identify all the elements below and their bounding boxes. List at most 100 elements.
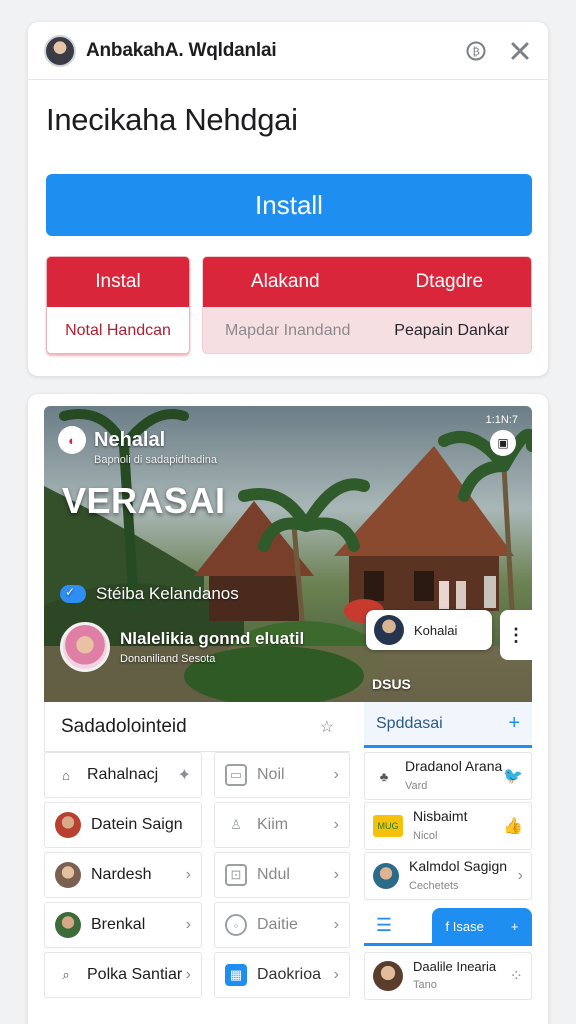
list-item-title: Dradanol Arana — [405, 758, 503, 774]
list-item[interactable]: ♣ Dradanol Arana Vard 🐦 — [364, 752, 532, 800]
option-card-alakand[interactable]: Alakand Dtagdre Mapdar Inandand Peapain … — [202, 256, 532, 354]
chip-avatar — [374, 615, 404, 645]
option-dtagdre-label[interactable]: Dtagdre — [415, 271, 483, 293]
facebook-share-button[interactable]: f Isase + — [432, 908, 532, 944]
install-button[interactable]: Install — [46, 174, 532, 236]
hero-person[interactable]: Nlalelikia gonnd eluatil Donaniliand Ses… — [60, 622, 304, 672]
svg-text:₿: ₿ — [472, 45, 480, 58]
chevron-right-icon: › — [185, 916, 191, 933]
currency-icon[interactable]: ₿ — [464, 39, 488, 63]
tag-icon: ⊡ — [225, 864, 247, 886]
chevron-right-icon: › — [333, 766, 339, 783]
verified-toggle[interactable] — [60, 585, 86, 603]
account-header: AnbakahA. Wqldanlai ₿ — [28, 22, 548, 80]
share-nodes-icon[interactable]: ⁘ — [510, 966, 523, 986]
user-photo-icon — [55, 812, 81, 838]
profile-chip[interactable]: Kohalai — [366, 610, 492, 650]
add-icon[interactable]: + — [508, 712, 520, 735]
list-item-sub: Tano — [413, 979, 437, 992]
list-item-label: Daokrioa — [257, 966, 322, 983]
option-instal-label[interactable]: Instal — [47, 257, 189, 307]
user-photo-icon — [373, 961, 403, 991]
page-title: Inecikaha Nehdgai — [46, 102, 298, 137]
person-text: Nlalelikia gonnd eluatil Donaniliand Ses… — [120, 629, 304, 665]
list-item[interactable]: ⌂ Rahalnacj ✦ — [44, 752, 202, 798]
search-icon: ⌕ — [62, 967, 70, 982]
verified-row[interactable]: Stéiba Kelandanos — [60, 584, 239, 604]
list-item-sub: Cechetets — [409, 879, 459, 892]
chevron-right-icon: › — [333, 816, 339, 833]
left-section-header: Sadadolointeid ☆ — [44, 702, 350, 752]
list-item-text: Nisbaimt Nicol — [413, 808, 503, 844]
list-item-sub: Nicol — [413, 829, 438, 842]
list-item[interactable]: MUG Nisbaimt Nicol 👍 — [364, 802, 532, 850]
hero-subtitle: Bapnoli di sadapidhadina — [94, 454, 217, 466]
user-photo-icon — [55, 912, 81, 938]
more-options-icon[interactable]: ⋮ — [500, 610, 532, 660]
list-icon[interactable]: ☰ — [364, 915, 404, 936]
list-item[interactable]: Nardesh › — [44, 852, 202, 898]
clock-icon: ◦ — [225, 914, 247, 936]
home-icon: ⌂ — [62, 767, 70, 783]
brand-logo-icon: ◐ — [58, 426, 86, 454]
right-section-title: Spddasai — [376, 714, 443, 732]
option-alakand-row[interactable]: Alakand Dtagdre — [203, 257, 531, 307]
list-item-title: Nisbaimt — [413, 808, 468, 824]
list-item-label: Rahalnacj — [87, 766, 159, 783]
person-icon: ♙ — [225, 814, 247, 836]
tools-icon[interactable] — [508, 39, 532, 63]
option-card-instal[interactable]: Instal Notal Handcan — [46, 256, 190, 354]
thumbs-up-icon[interactable]: 👍 — [503, 816, 523, 836]
bottom-card: 1:1N:7 ◐ Nehalal ▣ Bapnoli di sadapidhad… — [28, 394, 548, 1024]
hero-banner[interactable]: 1:1N:7 ◐ Nehalal ▣ Bapnoli di sadapidhad… — [44, 406, 532, 702]
verified-label: Stéiba Kelandanos — [96, 584, 239, 603]
hero-headline: VERASAI — [62, 480, 226, 521]
list-item-label: Nardesh — [91, 866, 152, 883]
hero-time: 1:1N:7 — [485, 414, 518, 426]
list-item[interactable]: ⌕ Polka Santiar › — [44, 952, 202, 998]
hero-expand-icon[interactable]: ▣ — [490, 430, 516, 456]
option-alakand-label[interactable]: Alakand — [251, 271, 320, 293]
list-item-title: Kalmdol Sagign — [409, 858, 508, 874]
list-item[interactable]: ▦ Daokrioa › — [214, 952, 350, 998]
list-item[interactable]: ▭ Noil › — [214, 752, 350, 798]
account-name: AnbakahA. Wqldanlai — [86, 39, 277, 61]
calendar-icon: ▦ — [225, 964, 247, 986]
plus-icon: + — [510, 918, 519, 934]
person-subtitle: Donaniliand Sesota — [120, 653, 216, 665]
list-item-sub: Vard — [405, 779, 428, 792]
list-item[interactable]: ◦ Daitie › — [214, 902, 350, 948]
list-item-label: Noil — [257, 766, 285, 783]
list-item-text: Daalile Inearia Tano — [413, 959, 510, 994]
option-instal-sub: Notal Handcan — [47, 307, 189, 353]
account-avatar[interactable] — [44, 34, 76, 67]
list-item-label: Datein Saign — [91, 816, 183, 833]
left-section-title: Sadadolointeid — [61, 715, 187, 737]
list-item[interactable]: Kalmdol Sagign Cechetets › — [364, 852, 532, 900]
chevron-right-icon: › — [185, 866, 191, 883]
chevron-right-icon: › — [185, 966, 191, 983]
twitter-icon[interactable]: 🐦 — [503, 766, 523, 786]
brand-name: Nehalal — [94, 428, 166, 451]
list-item[interactable]: ⊡ Ndul › — [214, 852, 350, 898]
mug-badge-icon: MUG — [373, 815, 403, 837]
list-item[interactable]: Daalile Inearia Tano ⁘ — [364, 952, 532, 1000]
option-mapdar-label: Mapdar Inandand — [224, 322, 351, 339]
option-alakand-sub-row: Mapdar Inandand Peapain Dankar — [203, 307, 531, 353]
list-item[interactable]: ♙ Kiim › — [214, 802, 350, 848]
list-item-label: Kiim — [257, 816, 289, 833]
facebook-share-label: f Isase — [445, 918, 484, 934]
list-item[interactable]: Datein Saign — [44, 802, 202, 848]
star-icon[interactable]: ☆ — [320, 717, 334, 737]
list-item[interactable]: Brenkal › — [44, 902, 202, 948]
list-item-label: Brenkal — [91, 916, 146, 933]
person-avatar[interactable] — [60, 622, 110, 672]
chevron-right-icon: › — [517, 867, 523, 884]
chevron-right-icon: › — [333, 916, 339, 933]
list-item-title: Daalile Inearia — [413, 958, 497, 974]
option-peapain-label: Peapain Dankar — [394, 322, 510, 339]
list-item-text: Dradanol Arana Vard — [405, 758, 503, 794]
top-card: AnbakahA. Wqldanlai ₿ Inecikaha Nehdgai … — [28, 22, 548, 376]
hero-tag: DSUS — [372, 676, 411, 692]
chevron-right-icon: › — [333, 966, 339, 983]
